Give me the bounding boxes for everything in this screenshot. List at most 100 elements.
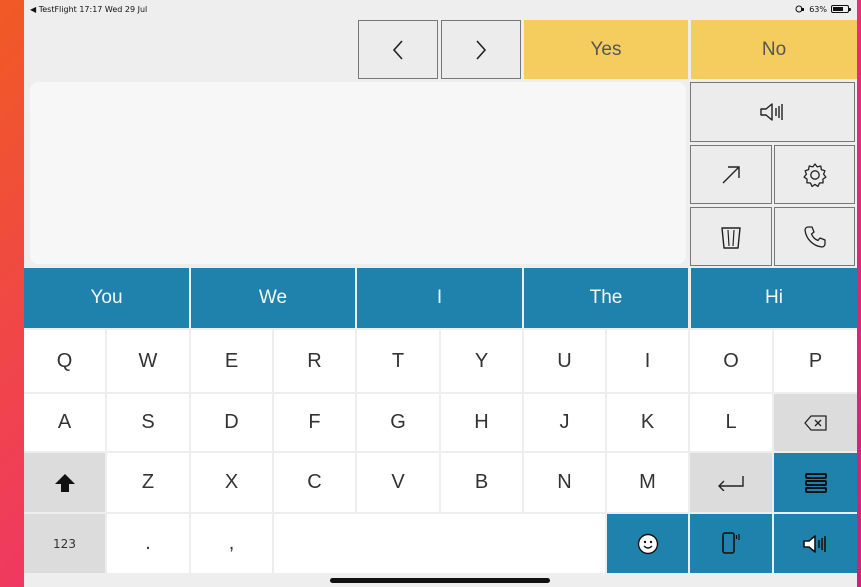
- battery-percent: 63%: [809, 4, 827, 14]
- vibrate-button[interactable]: [690, 514, 772, 573]
- back-button[interactable]: <: [358, 20, 438, 79]
- prediction-label: You: [90, 287, 123, 308]
- key-label: .: [145, 532, 151, 554]
- backspace-icon: [803, 414, 827, 431]
- phone-vibrate-icon: [722, 531, 740, 554]
- key-label: D: [224, 411, 239, 433]
- key-j[interactable]: J: [524, 394, 605, 451]
- key-k[interactable]: K: [607, 394, 688, 451]
- call-button[interactable]: [774, 207, 855, 266]
- prediction-i[interactable]: I: [357, 268, 522, 328]
- key-label: K: [640, 411, 655, 433]
- status-left: ◀ TestFlight 17:17 Wed 29 Jul: [30, 4, 148, 14]
- key-label: R: [307, 349, 322, 372]
- key-w[interactable]: W: [107, 330, 189, 392]
- prediction-hi[interactable]: Hi: [691, 268, 857, 328]
- clear-button[interactable]: [690, 207, 772, 266]
- chevron-left-icon: [392, 39, 403, 60]
- key-label: F: [308, 411, 321, 433]
- settings-button[interactable]: [774, 145, 855, 204]
- no-button[interactable]: No: [691, 20, 857, 79]
- key-label: H: [474, 411, 489, 433]
- message-input[interactable]: [30, 82, 686, 264]
- key-label: X: [224, 471, 239, 493]
- gear-icon: [802, 162, 827, 187]
- key-label: M: [639, 471, 656, 493]
- key-y[interactable]: Y: [441, 330, 522, 392]
- key-e[interactable]: E: [191, 330, 272, 392]
- return-arrow-icon: [718, 475, 744, 491]
- key-l[interactable]: L: [690, 394, 772, 451]
- share-button[interactable]: [690, 145, 772, 204]
- key-label: N: [557, 471, 572, 493]
- rotation-lock-icon: [795, 5, 805, 13]
- space-bar[interactable]: [274, 514, 605, 573]
- key-label: G: [390, 411, 406, 433]
- key-period[interactable]: .: [107, 514, 189, 573]
- key-label: T: [391, 349, 405, 372]
- home-indicator[interactable]: [330, 578, 550, 583]
- share-arrow-icon: [722, 165, 740, 183]
- chevron-right-icon: [476, 39, 487, 60]
- shift-button[interactable]: [24, 453, 105, 512]
- key-label: Q: [56, 349, 73, 372]
- smiley-icon: [637, 533, 658, 554]
- key-label: S: [141, 411, 155, 433]
- key-q[interactable]: Q: [24, 330, 105, 392]
- key-label: Z: [141, 471, 155, 493]
- return-button[interactable]: [690, 453, 772, 512]
- speak-quick-button[interactable]: [774, 514, 857, 573]
- prediction-we[interactable]: We: [191, 268, 355, 328]
- prediction-you[interactable]: You: [24, 268, 189, 328]
- key-g[interactable]: G: [357, 394, 439, 451]
- app-window: ◀ TestFlight 17:17 Wed 29 Jul 63% < > Ye…: [24, 0, 857, 587]
- key-label: V: [391, 471, 405, 493]
- key-o[interactable]: O: [690, 330, 772, 392]
- key-r[interactable]: R: [274, 330, 355, 392]
- key-m[interactable]: M: [607, 453, 688, 512]
- key-t[interactable]: T: [357, 330, 439, 392]
- forward-button[interactable]: >: [441, 20, 521, 79]
- yes-label: Yes: [590, 38, 622, 60]
- key-d[interactable]: D: [191, 394, 272, 451]
- key-p[interactable]: P: [774, 330, 857, 392]
- prediction-label: The: [589, 287, 623, 308]
- key-label: U: [557, 349, 572, 372]
- no-label: No: [761, 38, 787, 60]
- key-comma[interactable]: ,: [191, 514, 272, 573]
- key-v[interactable]: V: [357, 453, 439, 512]
- numbers-label: 123: [53, 536, 76, 551]
- prediction-label: I: [436, 287, 443, 308]
- key-label: W: [138, 349, 158, 372]
- key-b[interactable]: B: [441, 453, 522, 512]
- prediction-the[interactable]: The: [524, 268, 688, 328]
- status-bar: ◀ TestFlight 17:17 Wed 29 Jul 63%: [24, 0, 857, 18]
- key-x[interactable]: X: [191, 453, 272, 512]
- battery-icon: [831, 5, 851, 13]
- key-label: Y: [474, 349, 489, 372]
- key-s[interactable]: S: [107, 394, 189, 451]
- emoji-button[interactable]: [607, 514, 688, 573]
- key-h[interactable]: H: [441, 394, 522, 451]
- key-label: E: [224, 349, 239, 372]
- key-z[interactable]: Z: [107, 453, 189, 512]
- key-n[interactable]: N: [524, 453, 605, 512]
- key-label: B: [474, 471, 489, 493]
- speak-button[interactable]: [690, 82, 855, 142]
- key-f[interactable]: F: [274, 394, 355, 451]
- key-label: J: [559, 411, 570, 433]
- key-label: L: [725, 411, 737, 433]
- key-label: P: [808, 349, 823, 372]
- key-c[interactable]: C: [274, 453, 355, 512]
- key-u[interactable]: U: [524, 330, 605, 392]
- key-label: A: [57, 411, 72, 433]
- numbers-button[interactable]: 123: [24, 514, 105, 573]
- key-label: I: [644, 349, 651, 372]
- key-label: ,: [228, 532, 235, 554]
- backspace-button[interactable]: [774, 394, 857, 451]
- menu-button[interactable]: [774, 453, 857, 512]
- key-a[interactable]: A: [24, 394, 105, 451]
- prediction-label: Hi: [765, 287, 783, 308]
- yes-button[interactable]: Yes: [524, 20, 688, 79]
- key-i[interactable]: I: [607, 330, 688, 392]
